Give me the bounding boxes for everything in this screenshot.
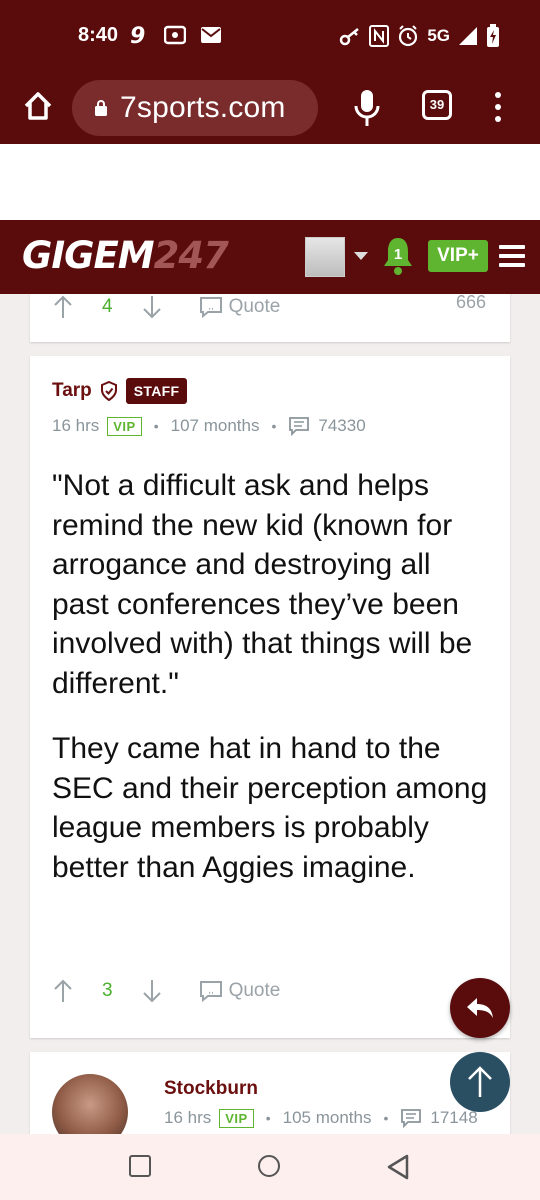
shield-icon (100, 381, 117, 401)
home-icon[interactable] (18, 86, 58, 126)
separator-dot: • (153, 418, 159, 434)
vip-button[interactable]: VIP+ (428, 240, 488, 272)
upvote-count: 4 (102, 296, 113, 317)
separator-dot: • (265, 1110, 271, 1126)
microphone-icon[interactable] (350, 86, 384, 130)
logo-text: GIGEM (22, 234, 155, 277)
reply-arrow-icon (467, 998, 493, 1018)
radio-icon (164, 25, 186, 45)
separator-dot: • (383, 1110, 389, 1126)
ad-banner-area (0, 144, 540, 220)
upvote-arrow-icon[interactable] (52, 294, 74, 320)
downvote-arrow-icon[interactable] (141, 294, 163, 320)
upvote-count: 3 (102, 980, 113, 1001)
quote-label: Quote (228, 296, 281, 317)
quote-icon: ,, (199, 981, 222, 1002)
post-actions: 3 ,, Quote (52, 978, 280, 1004)
signal-icon (459, 27, 477, 45)
hamburger-menu-icon[interactable] (499, 245, 525, 267)
home-nav-icon[interactable] (258, 1155, 280, 1177)
post-paragraph: They came hat in hand to the SEC and the… (52, 732, 488, 884)
quote-button[interactable]: ,, Quote (199, 980, 281, 1002)
status-bar: 8:40 9 5G (0, 0, 540, 72)
post-time: 16 hrs (164, 1108, 212, 1127)
logo-number: 247 (153, 234, 229, 277)
member-tenure: 105 months (282, 1108, 372, 1127)
overflow-menu-icon[interactable] (488, 90, 508, 124)
user-avatar[interactable] (305, 237, 345, 277)
lock-icon (95, 100, 107, 116)
post-paragraph: "Not a difficult ask and helps remind th… (52, 469, 473, 700)
post-body: "Not a difficult ask and helps remind th… (52, 466, 492, 913)
notification-icons: 9 (128, 24, 222, 46)
key-icon (340, 28, 360, 46)
network-type-label: 5G (427, 26, 450, 45)
staff-badge: STAFF (125, 378, 188, 404)
mail-icon (201, 27, 221, 43)
app-notification-icon: 9 (130, 24, 145, 46)
svg-text:,,: ,, (208, 985, 214, 996)
browser-toolbar: 7sports.com 39 (0, 72, 540, 144)
posts-count-icon (401, 1109, 422, 1128)
battery-charging-icon (487, 24, 499, 47)
svg-text:9: 9 (130, 24, 145, 46)
next-post-meta: 16 hrs VIP • 105 months • 17148 (164, 1108, 478, 1128)
system-icons: 5G (339, 24, 500, 48)
previous-post-card: 4 ,, Quote 666 (30, 294, 510, 342)
site-header: GIGEM247 1 VIP+ (0, 220, 540, 294)
next-post-card: Stockburn 16 hrs VIP • 105 months • 1714… (30, 1052, 510, 1134)
recent-apps-icon[interactable] (129, 1155, 151, 1177)
author-avatar[interactable] (52, 1074, 128, 1134)
scroll-to-top-button[interactable] (450, 1052, 510, 1112)
site-logo[interactable]: GIGEM247 (22, 234, 229, 277)
system-navigation-bar (0, 1134, 540, 1200)
post-author-row: Tarp STAFF (52, 378, 188, 404)
post-count: 17148 (430, 1108, 478, 1127)
chevron-down-icon[interactable] (354, 252, 368, 260)
upvote-arrow-icon[interactable] (52, 978, 74, 1004)
alarm-icon (399, 25, 418, 47)
notification-count: 1 (394, 246, 402, 263)
back-icon[interactable] (386, 1154, 410, 1180)
posts-count-icon (289, 417, 310, 436)
vip-tag: VIP (219, 1108, 254, 1128)
downvote-arrow-icon[interactable] (141, 978, 163, 1004)
arrow-up-icon (468, 1066, 492, 1097)
prev-post-actions: 4 ,, Quote (52, 294, 280, 320)
prev-post-stat: 666 (455, 294, 486, 312)
post-time: 16 hrs (52, 416, 100, 435)
tab-switcher-button[interactable]: 39 (422, 90, 452, 120)
reply-button[interactable] (450, 978, 510, 1038)
notification-bell-icon[interactable]: 1 (380, 234, 416, 278)
author-name[interactable]: Stockburn (164, 1078, 258, 1100)
address-bar[interactable]: 7sports.com (72, 80, 318, 136)
member-tenure: 107 months (170, 416, 260, 435)
svg-text:,,: ,, (208, 301, 214, 312)
status-time: 8:40 (78, 24, 119, 46)
author-name[interactable]: Tarp (52, 380, 92, 402)
quote-button[interactable]: ,, Quote (199, 296, 281, 318)
url-text: 7sports.com (120, 91, 286, 124)
vip-tag: VIP (107, 416, 142, 436)
post-count: 74330 (318, 416, 366, 435)
quote-label: Quote (228, 980, 281, 1001)
post-card: Tarp STAFF 16 hrs VIP • 107 months • 743… (30, 356, 510, 1038)
quote-icon: ,, (199, 297, 222, 318)
separator-dot: • (271, 418, 277, 434)
post-meta: 16 hrs VIP • 107 months • 74330 (52, 416, 366, 436)
nfc-icon (369, 25, 390, 47)
